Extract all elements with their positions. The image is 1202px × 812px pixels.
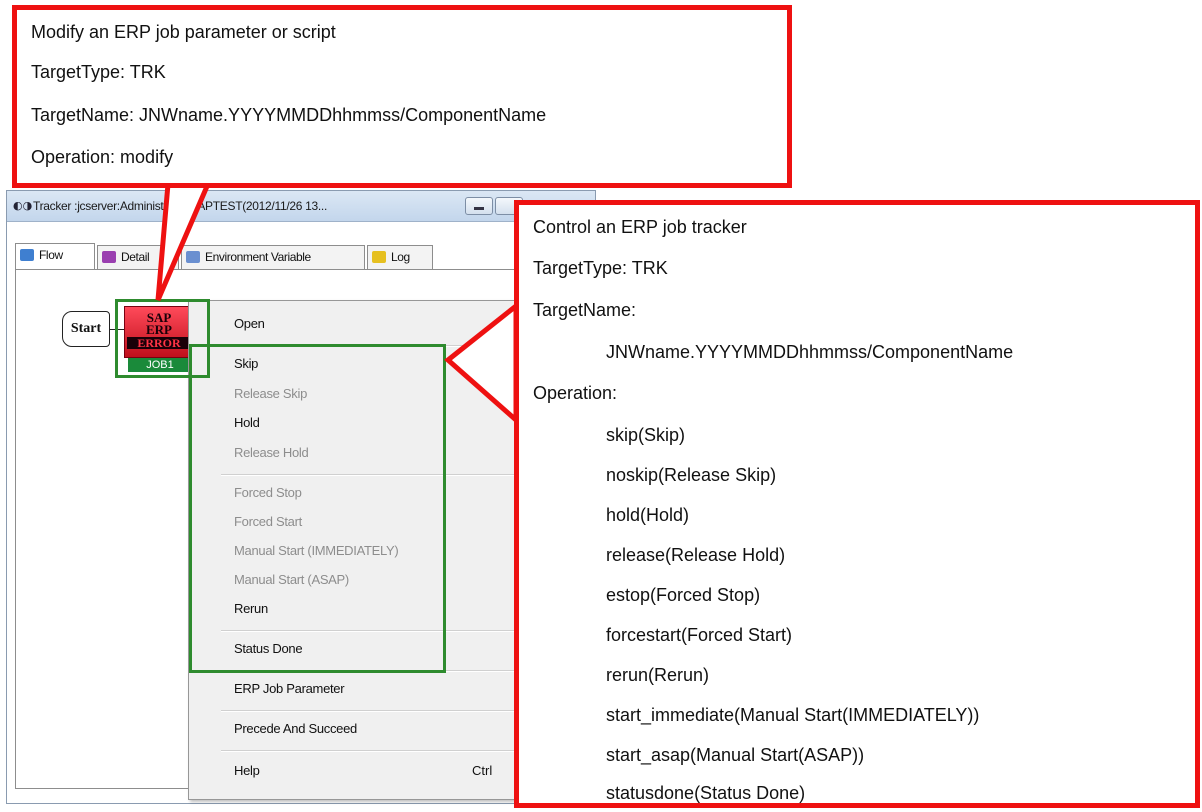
- right-callout-pointer: [444, 300, 519, 426]
- callout-operation: noskip(Release Skip): [606, 465, 777, 485]
- callout-line: TargetName: JNWname.YYYYMMDDhhmmss/Compo…: [31, 105, 547, 125]
- callout-operation: hold(Hold): [606, 505, 690, 525]
- callout-operation: rerun(Rerun): [606, 665, 710, 685]
- callout-operation: start_asap(Manual Start(ASAP)): [606, 745, 865, 765]
- callout-control-erp-job-tracker: Control an ERP job tracker TargetType: T…: [514, 200, 1200, 808]
- callout-target-name-value: JNWname.YYYYMMDDhhmmss/ComponentName: [606, 342, 1014, 362]
- callout-operation: skip(Skip): [606, 425, 686, 445]
- callout-operation-label: Operation:: [533, 383, 618, 403]
- top-callout-pointer: [155, 181, 212, 301]
- callout-operation: estop(Forced Stop): [606, 585, 761, 605]
- callout-line: Modify an ERP job parameter or script: [31, 22, 336, 42]
- callout-target-type: TargetType: TRK: [533, 258, 668, 278]
- callout-target-name-label: TargetName:: [533, 300, 637, 320]
- callout-operation: forcestart(Forced Start): [606, 625, 793, 645]
- callout-line: Operation: modify: [31, 147, 174, 167]
- callout-operation: start_immediate(Manual Start(IMMEDIATELY…: [606, 705, 980, 725]
- callout-operation: release(Release Hold): [606, 545, 786, 565]
- callout-operation: statusdone(Status Done): [606, 783, 806, 803]
- callout-title: Control an ERP job tracker: [533, 217, 747, 237]
- callout-line: TargetType: TRK: [31, 62, 166, 82]
- callout-modify-erp-job: Modify an ERP job parameter or script Ta…: [12, 5, 792, 188]
